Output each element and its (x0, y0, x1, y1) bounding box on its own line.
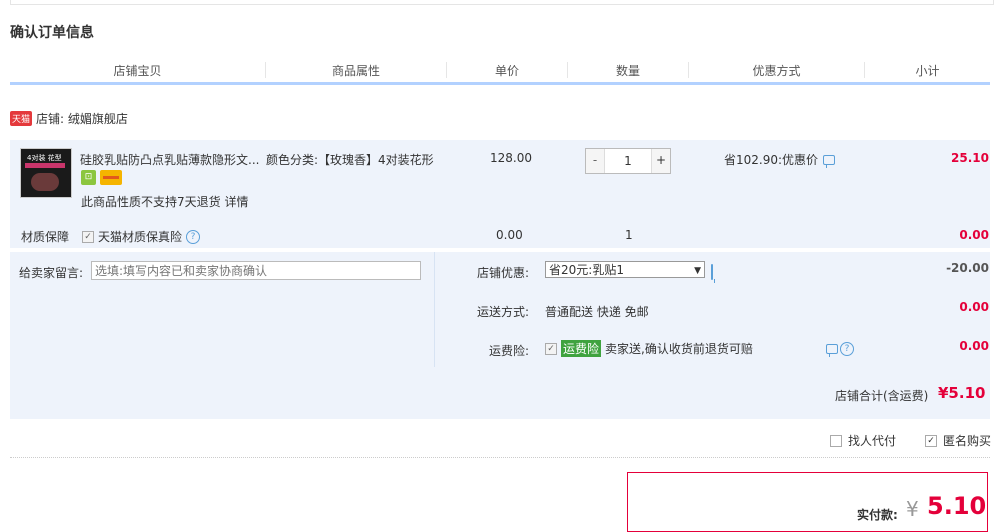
comment-icon[interactable] (826, 344, 838, 357)
material-quantity: 1 (625, 228, 633, 242)
promotion: 省102.90:优惠价 (724, 151, 836, 168)
no-return-notice: 此商品性质不支持7天退货 详情 (81, 193, 248, 210)
thumbnail-band (25, 163, 65, 168)
freight-insurance-checkbox[interactable]: ✓ (545, 342, 557, 355)
help-icon[interactable]: ? (186, 229, 201, 244)
store-discount-selected: 省20元:乳贴1 (549, 263, 624, 277)
dropdown-arrow-icon: ▼ (694, 266, 701, 276)
freight-insurance-icons: ? (826, 342, 854, 357)
message-input[interactable] (91, 261, 421, 280)
header-subtotal: 小计 (915, 64, 940, 78)
freight-insurance-cost: 0.00 (959, 339, 989, 353)
freight-insurance-desc: 卖家送,确认收货前退货可赔 (605, 342, 753, 356)
store-row: 天猫 店铺: 绒媚旗舰店 (10, 110, 128, 127)
promotion-text: 省102.90:优惠价 (724, 153, 819, 167)
section-title: 确认订单信息 (10, 25, 94, 41)
header-quantity: 数量 (615, 64, 640, 78)
item-subtotal: 25.10 (951, 151, 989, 165)
header-attribute: 商品属性 (331, 64, 380, 78)
message-label: 给卖家留言: (19, 266, 84, 280)
no-return-text: 此商品性质不支持7天退货 (81, 195, 221, 209)
credit-card-icon[interactable] (100, 170, 122, 185)
comment-icon[interactable] (711, 264, 713, 280)
help-icon[interactable]: ? (840, 342, 854, 356)
divider (10, 457, 990, 458)
shipping-cost: 0.00 (959, 300, 989, 314)
material-insurance-label: 天猫材质保真险 (98, 230, 183, 244)
proxy-pay-checkbox[interactable] (830, 434, 842, 447)
quantity-stepper: - 1 + (585, 148, 671, 174)
product-service-icons: ⊡ (81, 170, 122, 185)
quantity-decrease-button[interactable]: - (586, 149, 605, 173)
anonymous-checkbox[interactable]: ✓ (925, 434, 937, 447)
shipping-label: 运送方式: (477, 305, 530, 319)
material-guarantee-label: 材质保障 (21, 230, 70, 244)
freight-insurance: ✓ 运费险 卖家送,确认收货前退货可赔 (545, 340, 753, 357)
store-discount-select[interactable]: 省20元:乳贴1 ▼ (545, 261, 705, 278)
store-total-label: 店铺合计(含运费) (835, 389, 929, 403)
store-discount-value: -20.00 (946, 261, 989, 275)
product-title[interactable]: 硅胶乳贴防凸点乳贴薄款隐形文... (80, 151, 259, 168)
quantity-increase-button[interactable]: + (651, 149, 670, 173)
freight-insurance-badge: 运费险 (561, 340, 602, 357)
header-item: 店铺宝贝 (113, 64, 162, 78)
tmall-icon: 天猫 (10, 111, 33, 126)
product-attribute: 颜色分类:【玫瑰香】4对装花形 (266, 153, 434, 167)
product-thumbnail[interactable]: 4对装 花型 (20, 148, 72, 198)
guarantee-icon[interactable]: ⊡ (81, 170, 96, 185)
payment-amount: 5.10 (927, 492, 987, 520)
unit-price: 128.00 (490, 151, 532, 165)
material-subtotal: 0.00 (959, 228, 989, 242)
proxy-pay-label: 找人代付 (848, 434, 897, 448)
details-link[interactable]: 详情 (224, 195, 248, 209)
store-discount-label: 店铺优惠: (477, 266, 530, 280)
thumbnail-text: 4对装 花型 (27, 154, 62, 162)
thumbnail-product (31, 173, 59, 191)
anonymous-option[interactable]: ✓ 匿名购买 (925, 432, 991, 449)
material-insurance: ✓ 天猫材质保真险 ? (82, 228, 201, 245)
top-border (10, 0, 994, 5)
store-name[interactable]: 店铺: 绒媚旗舰店 (36, 110, 128, 127)
comment-icon[interactable] (823, 154, 836, 168)
material-insurance-checkbox[interactable]: ✓ (82, 230, 94, 243)
proxy-pay-option[interactable]: 找人代付 (830, 432, 896, 449)
material-price: 0.00 (496, 228, 523, 242)
quantity-input[interactable]: 1 (605, 149, 651, 173)
shipping-method: 普通配送 快递 免邮 (545, 305, 649, 319)
anonymous-label: 匿名购买 (943, 434, 992, 448)
store-total-value: ¥5.10 (938, 384, 986, 402)
header-promotion: 优惠方式 (752, 64, 801, 78)
header-price: 单价 (494, 64, 519, 78)
currency-symbol: ¥ (906, 497, 919, 521)
table-header: 店铺宝贝 商品属性 单价 数量 优惠方式 小计 (10, 58, 990, 85)
payment-label: 实付款: (857, 508, 898, 522)
freight-insurance-label: 运费险: (489, 344, 530, 358)
